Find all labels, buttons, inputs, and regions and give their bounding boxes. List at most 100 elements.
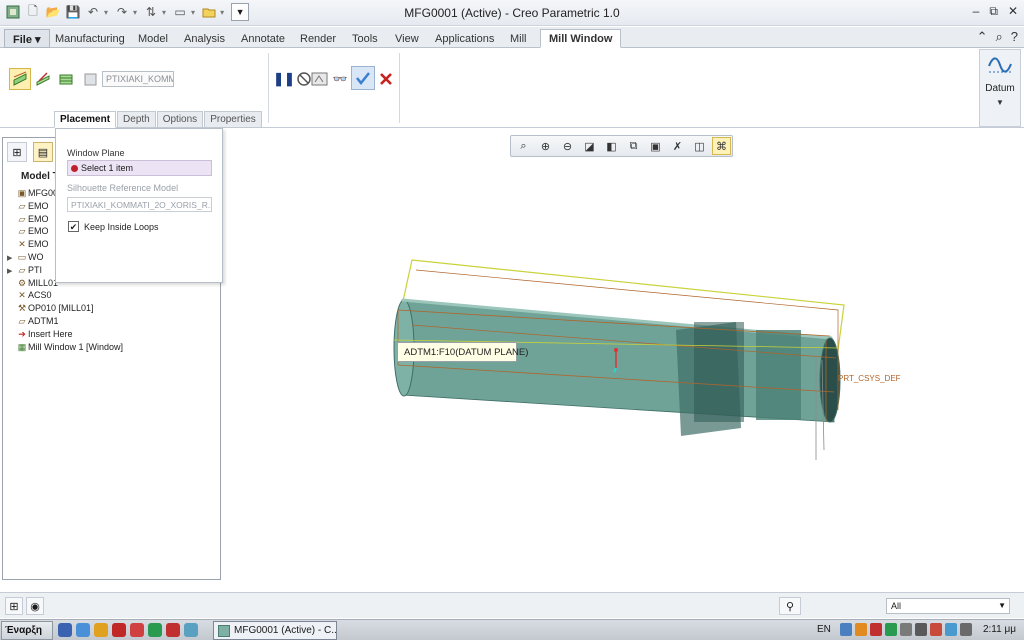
spin-center-icon[interactable]: ⌘ (712, 137, 731, 155)
tree-item-label: PTI (28, 264, 43, 275)
keep-inside-loops-checkbox[interactable]: ✔ Keep Inside Loops (68, 221, 159, 232)
model-tree-title: Model T (21, 171, 59, 182)
datum-group[interactable]: Datum ▼ (979, 49, 1021, 127)
selection-filter[interactable]: All ▼ (886, 598, 1010, 614)
chain-window-icon[interactable] (55, 68, 77, 90)
insert-arrow-icon: ➔ (18, 328, 26, 339)
tab-analysis[interactable]: Analysis (175, 29, 234, 48)
reference-model-field[interactable]: PTIXIAKI_KOMMA (102, 71, 174, 87)
tab-annotate[interactable]: Annotate (232, 29, 294, 48)
tree-item-label: ACS0 (28, 290, 52, 301)
language-indicator[interactable]: EN (817, 624, 831, 635)
reference-model-icon[interactable] (80, 68, 102, 90)
repaint-icon[interactable]: ◪ (580, 137, 599, 155)
tray-volume-icon[interactable] (960, 623, 972, 636)
tab-applications[interactable]: Applications (426, 29, 503, 48)
navigator-tabs: ⊞ ▤ (7, 142, 53, 162)
tray-usb-icon[interactable] (915, 623, 927, 636)
saved-views-icon[interactable]: ⧉ (624, 137, 643, 155)
chrome-icon[interactable] (94, 623, 108, 637)
tray-wifi-icon[interactable] (945, 623, 957, 636)
tree-item-label: Insert Here (28, 328, 73, 339)
tree-item[interactable]: ▦ Mill Window 1 [Window] (7, 341, 217, 354)
tab-mill-window[interactable]: Mill Window (540, 29, 622, 48)
refit-icon[interactable]: ⌕ (514, 137, 533, 155)
csys-icon: ✕ (18, 239, 26, 250)
operation-icon: ⚒ (17, 303, 27, 314)
tab-mill[interactable]: Mill (501, 29, 536, 48)
cancel-x-button[interactable] (375, 68, 397, 90)
tab-render[interactable]: Render (291, 29, 345, 48)
annotation-display-icon[interactable]: ◫ (690, 137, 709, 155)
media-icon[interactable] (166, 623, 180, 637)
tree-item[interactable]: ▱ ADTM1 (7, 315, 217, 328)
datum-tooltip: ADTM1:F10(DATUM PLANE) (397, 342, 528, 362)
tab-depth[interactable]: Depth (117, 111, 156, 128)
minimize-icon[interactable]: – (973, 4, 980, 19)
search-icon[interactable]: ⌕ (995, 29, 1002, 45)
tab-options[interactable]: Options (156, 111, 204, 128)
find-icon[interactable]: ⚲ (779, 597, 801, 615)
datum-display-icon[interactable]: ✗ (668, 137, 687, 155)
tab-view[interactable]: View (386, 29, 428, 48)
creo-icon[interactable] (184, 623, 198, 637)
restore-icon[interactable]: ⧉ (989, 4, 998, 19)
tree-item[interactable]: ⚒ OP010 [MILL01] (7, 302, 217, 315)
ok-checkmark-button[interactable] (351, 66, 375, 90)
tab-model[interactable]: Model (129, 29, 177, 48)
start-button[interactable]: Έναρξη (1, 621, 53, 640)
sketch-icon[interactable] (32, 68, 54, 90)
tree-item[interactable]: ➔ Insert Here (7, 328, 217, 341)
tree-item[interactable]: ✕ ACS0 (7, 289, 217, 302)
green-app-icon[interactable] (148, 623, 162, 637)
feature-step (756, 330, 801, 420)
glasses-icon[interactable]: 👓 (329, 68, 351, 90)
browser-toggle-icon[interactable]: ◉ (26, 597, 44, 615)
folder-browser-tab-icon[interactable]: ▤ (33, 142, 53, 162)
verify-preview-icon[interactable] (309, 68, 331, 90)
tray-security-icon[interactable] (870, 623, 882, 636)
zoom-out-icon[interactable]: ⊖ (558, 137, 577, 155)
graphics-window[interactable]: PRT_CSYS_DEF (226, 160, 1022, 584)
datum-label: Datum (985, 83, 1015, 94)
mill-window-icon: ▦ (17, 341, 27, 352)
silhouette-reference-field[interactable]: PTIXIAKI_KOMMATI_2O_XORIS_R.PI (67, 197, 212, 212)
part-icon: ▱ (18, 264, 26, 275)
navigator-toggle-icon[interactable]: ⊞ (5, 597, 23, 615)
ribbon-divider (268, 53, 269, 123)
clock[interactable]: 2:11 μμ (983, 624, 1016, 635)
window-plane-collector[interactable]: Select 1 item (67, 160, 212, 176)
pause-icon[interactable]: ❚❚ (273, 68, 295, 90)
tree-item-label: EMO (28, 239, 49, 250)
desktop-icon[interactable] (58, 623, 72, 637)
close-icon[interactable]: ✕ (1008, 4, 1018, 19)
selection-filter-value: All (891, 601, 902, 611)
tree-item-label: WO (28, 251, 44, 262)
ribbon-divider (399, 53, 400, 123)
collector-text: Select 1 item (81, 163, 134, 173)
browser-icon[interactable] (76, 623, 90, 637)
plane-icon: ▱ (18, 200, 26, 211)
tray-update-icon[interactable] (885, 623, 897, 636)
display-style-icon[interactable]: ◧ (602, 137, 621, 155)
acrobat-icon[interactable] (130, 623, 144, 637)
ribbon-tab-icons: ⌃ ⌕ ? (977, 29, 1018, 45)
tab-file[interactable]: File ▾ (4, 29, 50, 48)
view-manager-icon[interactable]: ▣ (646, 137, 665, 155)
tab-properties[interactable]: Properties (204, 111, 262, 128)
tab-placement[interactable]: Placement (54, 111, 117, 128)
tray-network-icon[interactable] (840, 623, 852, 636)
zoom-in-icon[interactable]: ⊕ (536, 137, 555, 155)
model-tree-tab-icon[interactable]: ⊞ (7, 142, 27, 162)
collapse-ribbon-icon[interactable]: ⌃ (977, 29, 988, 45)
tray-battery-icon[interactable] (930, 623, 942, 636)
tab-manufacturing[interactable]: Manufacturing (46, 29, 134, 48)
sketch-window-icon[interactable] (9, 68, 31, 90)
app-icon[interactable] (112, 623, 126, 637)
csys-icon: ✕ (18, 290, 26, 301)
tray-device-icon[interactable] (900, 623, 912, 636)
tray-app-icon[interactable] (855, 623, 867, 636)
tab-tools[interactable]: Tools (343, 29, 387, 48)
taskbar-window-button[interactable]: MFG0001 (Active) - C... (213, 621, 337, 640)
help-icon[interactable]: ? (1011, 29, 1018, 45)
